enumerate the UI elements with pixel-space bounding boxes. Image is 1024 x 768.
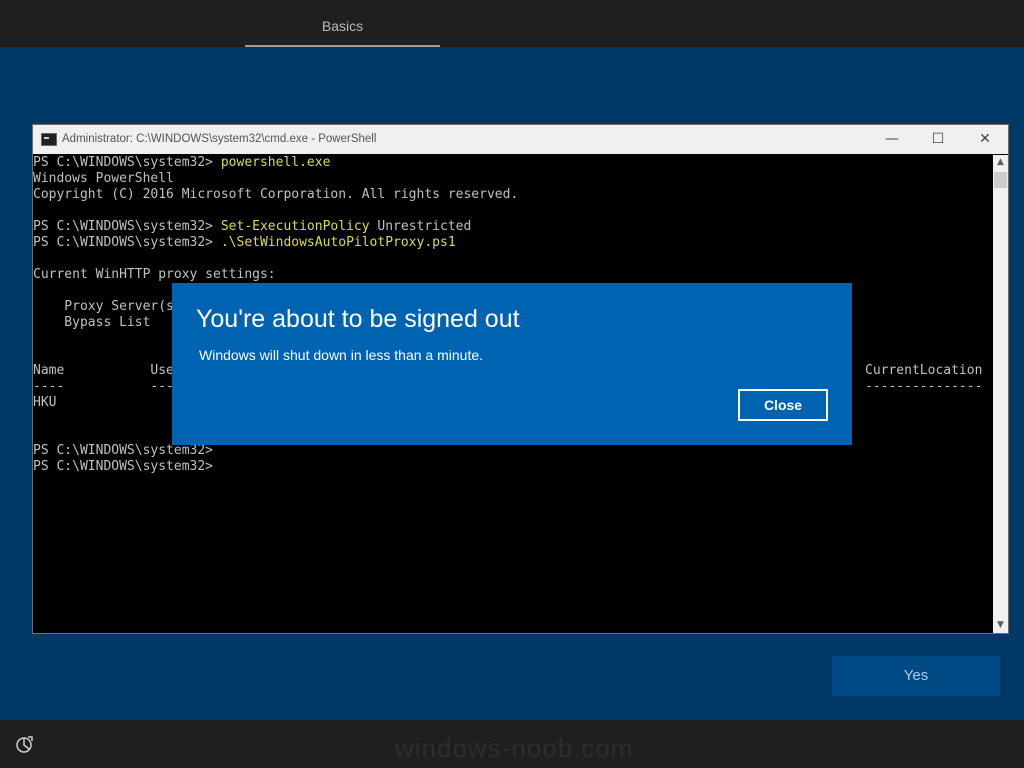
console-line: Name Use [33,363,174,378]
console-command: Set-ExecutionPolicy [220,219,370,234]
console-argument: Unrestricted [369,219,472,234]
console-line: PS C:\WINDOWS\system32> .\SetWindowsAuto… [33,235,456,251]
sign-out-dialog: You're about to be signed out Windows wi… [172,283,852,445]
console-command: .\SetWindowsAutoPilotProxy.ps1 [220,235,456,250]
console-app-icon [41,133,57,146]
console-line: PS C:\WINDOWS\system32> Set-ExecutionPol… [33,219,471,235]
console-prompt: PS C:\WINDOWS\system32> [33,235,221,250]
window-title: Administrator: C:\WINDOWS\system32\cmd.e… [62,133,377,145]
ease-of-access-icon[interactable] [14,734,36,756]
dialog-message: Windows will shut down in less than a mi… [199,347,484,363]
yes-button[interactable]: Yes [832,656,1000,696]
close-window-button[interactable]: ✕ [962,125,1008,154]
scroll-thumb[interactable] [994,172,1007,188]
minimize-button[interactable]: — [869,125,915,154]
console-prompt: PS C:\WINDOWS\system32> [33,155,221,170]
close-button[interactable]: Close [738,389,828,421]
window-titlebar[interactable]: Administrator: C:\WINDOWS\system32\cmd.e… [33,125,1008,154]
console-line: Bypass List [33,315,151,330]
console-scrollbar[interactable]: ▲ ▼ [993,155,1008,633]
scroll-up-icon[interactable]: ▲ [993,155,1008,170]
console-command: powershell.exe [220,155,331,170]
tab-basics[interactable]: Basics [245,0,440,47]
oobe-header: Basics [0,0,1024,47]
tab-basics-label: Basics [321,18,364,34]
console-column-divider: --------------- [865,379,983,394]
watermark: windows-noob.com [395,733,634,763]
console-prompt: PS C:\WINDOWS\system32> [33,219,221,234]
console-line: Windows PowerShell [33,171,174,186]
maximize-button[interactable]: ☐ [915,125,961,154]
console-line: HKU [33,395,57,410]
console-line: PS C:\WINDOWS\system32> [33,459,214,474]
tab-underline [245,45,440,47]
dialog-heading: You're about to be signed out [196,305,520,333]
console-line: PS C:\WINDOWS\system32> powershell.exe [33,155,330,171]
console-line: Current WinHTTP proxy settings: [33,267,276,282]
console-line: Proxy Server(s [33,299,174,314]
console-line: ---- --- [33,379,174,394]
console-line: Copyright (C) 2016 Microsoft Corporation… [33,187,519,202]
console-column-header: CurrentLocation [865,363,983,378]
console-line: PS C:\WINDOWS\system32> [33,443,214,458]
scroll-down-icon[interactable]: ▼ [993,618,1008,633]
